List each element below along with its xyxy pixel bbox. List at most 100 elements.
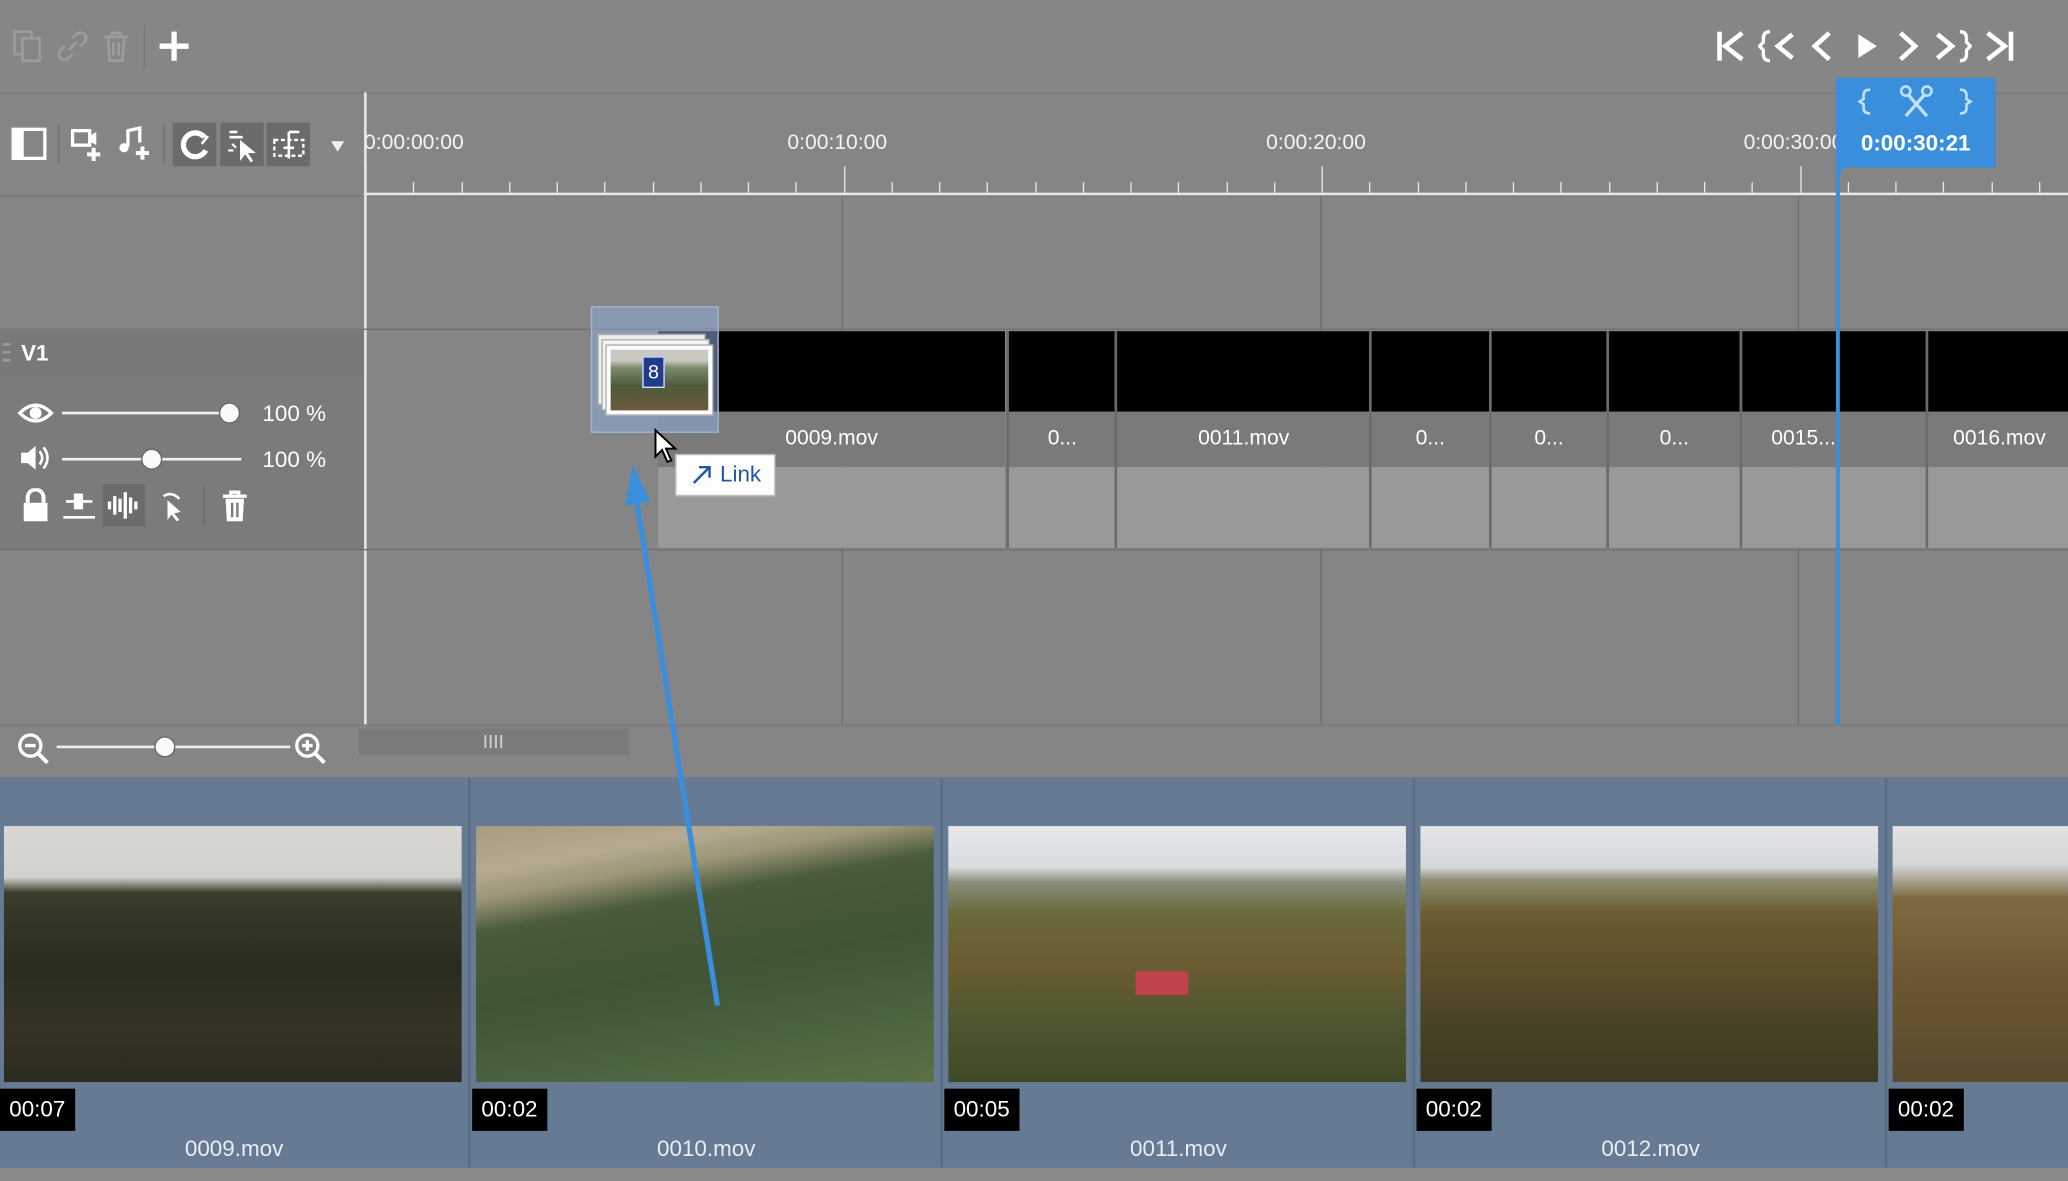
waveform-icon[interactable] — [102, 484, 146, 527]
ruler-tick — [1942, 182, 1945, 193]
ruler-tick — [891, 182, 893, 193]
media-item[interactable]: 00:02 0012.mov — [1416, 777, 1888, 1181]
toolbar-divider — [163, 124, 165, 164]
link-icon[interactable] — [55, 29, 89, 63]
select-tool-icon[interactable] — [220, 122, 264, 167]
delete-track-icon[interactable] — [218, 487, 252, 524]
next-marker-icon[interactable] — [1932, 28, 1972, 65]
ruler-tick — [1417, 182, 1420, 193]
magnet-snap-icon[interactable] — [172, 122, 217, 167]
media-item[interactable]: 00:02 — [1888, 777, 2068, 1181]
zoom-out-icon[interactable] — [15, 730, 52, 767]
media-thumbnail — [1892, 826, 2068, 1083]
clip-name: 0... — [1008, 411, 1116, 468]
media-duration: 00:02 — [1416, 1088, 1492, 1131]
ruler-tick — [795, 182, 797, 193]
zoom-slider-knob[interactable] — [154, 736, 176, 758]
clip-video-thumbnail — [1117, 331, 1371, 412]
panel-toggle-icon[interactable] — [11, 127, 48, 161]
drag-handle-icon[interactable] — [2, 340, 11, 364]
ruler-tick — [986, 182, 988, 193]
plus-icon[interactable] — [156, 28, 193, 65]
previous-frame-icon[interactable] — [1807, 28, 1836, 65]
opacity-slider-knob[interactable] — [218, 402, 241, 424]
clip-audio — [1491, 467, 1607, 548]
timeline-clip[interactable]: 0... — [1369, 331, 1490, 548]
mark-out-icon[interactable] — [1952, 84, 1978, 118]
playhead-time: 0:00:30:21 — [1860, 130, 1971, 156]
media-item[interactable]: 00:07 0009.mov — [0, 777, 471, 1181]
clip-name: 0015... — [1742, 411, 1927, 468]
playhead-pointer — [1835, 167, 1844, 181]
add-video-track-icon[interactable] — [70, 125, 107, 162]
ruler-tick — [1991, 182, 1993, 193]
previous-marker-icon[interactable] — [1758, 28, 1798, 65]
lock-icon[interactable] — [18, 487, 52, 524]
track-bar-icon[interactable] — [61, 487, 98, 524]
media-duration: 00:02 — [472, 1088, 547, 1131]
timeline-clip[interactable]: 0011.mov — [1114, 331, 1371, 548]
clip-audio — [1742, 467, 1927, 548]
add-audio-track-icon[interactable] — [116, 125, 153, 162]
scissors-icon[interactable] — [1897, 84, 1937, 118]
eye-icon[interactable] — [17, 399, 54, 428]
opacity-slider[interactable] — [61, 411, 234, 415]
dropdown-arrow-icon[interactable] — [324, 135, 350, 159]
play-icon[interactable] — [1850, 28, 1882, 65]
media-thumbnail — [1420, 826, 1879, 1083]
media-item[interactable]: 00:02 0010.mov — [472, 777, 944, 1181]
track-header-title — [0, 328, 365, 377]
media-thumbnail — [3, 826, 462, 1083]
media-item[interactable]: 00:05 0011.mov — [944, 777, 1416, 1181]
zoom-in-icon[interactable] — [291, 730, 328, 767]
clip-name: 0... — [1371, 411, 1490, 468]
ruler-tick — [1226, 182, 1228, 193]
media-filename: 0011.mov — [1130, 1136, 1227, 1162]
clip-video-thumbnail — [1609, 331, 1740, 412]
go-to-end-icon[interactable] — [1982, 28, 2019, 65]
ruler-tick — [1800, 166, 1802, 193]
ruler-tick — [1609, 182, 1611, 193]
time-ruler[interactable] — [365, 192, 2068, 196]
opacity-value: 100 % — [262, 401, 327, 427]
cursor-tool-icon[interactable] — [152, 487, 189, 524]
link-tooltip-label: Link — [719, 461, 762, 487]
ripple-tool-icon[interactable] — [266, 122, 310, 167]
ruler-tick — [2039, 182, 2041, 193]
volume-slider-knob[interactable] — [141, 448, 163, 470]
clip-video-thumbnail — [1928, 331, 2068, 412]
timeline-clip[interactable]: 0016.mov — [1925, 331, 2068, 548]
ruler-tick — [844, 166, 846, 193]
clip-name: 0... — [1609, 411, 1740, 468]
go-to-start-icon[interactable] — [1713, 28, 1747, 65]
top-toolbar — [0, 0, 2068, 94]
drag-ghost: 8 — [590, 306, 719, 433]
ruler-tick — [939, 182, 941, 193]
media-filename: 0012.mov — [1601, 1136, 1700, 1162]
timeline-clip[interactable]: 0... — [1606, 331, 1740, 548]
drag-count-badge: 8 — [642, 356, 665, 388]
trash-icon[interactable] — [100, 29, 132, 63]
timeline-clip[interactable]: 0015... — [1739, 331, 1927, 548]
media-thumbnail — [948, 826, 1406, 1083]
playhead-line[interactable] — [1835, 158, 1840, 763]
scroll-grip-icon — [484, 735, 503, 749]
speaker-icon[interactable] — [17, 443, 54, 472]
ruler-tick — [461, 182, 463, 193]
ruler-tick — [604, 182, 606, 193]
ruler-tick — [1130, 182, 1132, 193]
track-separator — [0, 548, 2068, 551]
ruler-tick — [1177, 182, 1180, 193]
next-frame-icon[interactable] — [1894, 28, 1923, 65]
horizontal-scrollbar[interactable] — [358, 728, 630, 755]
clip-video-thumbnail — [1742, 331, 1927, 412]
ruler-tick — [412, 182, 415, 193]
mark-in-icon[interactable] — [1852, 84, 1878, 118]
clip-name: 0011.mov — [1117, 411, 1371, 468]
timeline-clip[interactable]: 0... — [1006, 331, 1116, 548]
ruler-timecode-2: 0:00:20:00 — [1266, 131, 1366, 155]
ruler-timecode-3: 0:00:30:00 — [1743, 131, 1844, 155]
media-duration: 00:02 — [1888, 1088, 1964, 1131]
timeline-clip[interactable]: 0... — [1489, 331, 1607, 548]
copy-icon[interactable] — [11, 29, 45, 63]
